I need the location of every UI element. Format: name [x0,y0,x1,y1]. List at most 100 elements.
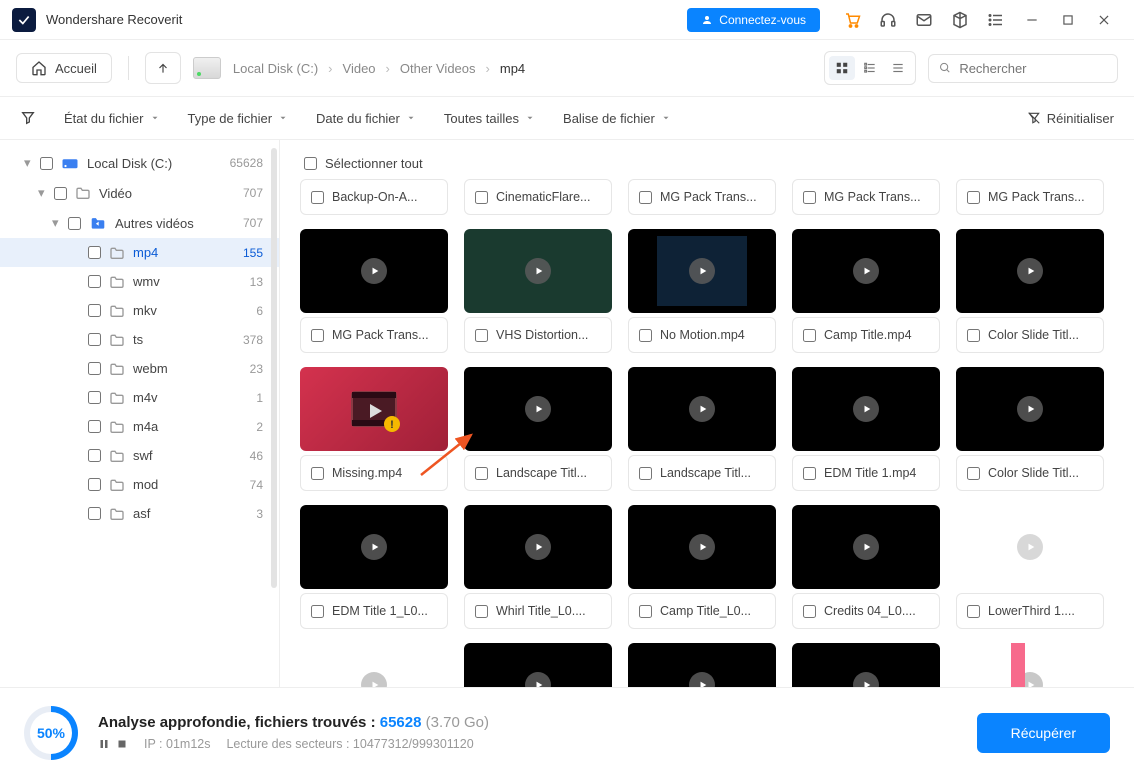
sidebar-item-local-disk-c-[interactable]: ▾Local Disk (C:)65628 [0,148,279,178]
file-checkbox[interactable] [967,605,980,618]
sidebar-item-mkv[interactable]: mkv6 [0,296,279,325]
list-icon[interactable] [984,8,1008,32]
tree-checkbox[interactable] [88,362,101,375]
filter-tag[interactable]: Balise de fichier [563,111,671,126]
sidebar-item-m4a[interactable]: m4a2 [0,412,279,441]
tree-checkbox[interactable] [88,275,101,288]
file-item[interactable]: EDM Title 1.mp4 [792,367,940,491]
filter-size[interactable]: Toutes tailles [444,111,535,126]
file-checkbox[interactable] [803,329,816,342]
video-thumbnail[interactable] [300,229,448,313]
file-item[interactable] [464,643,612,687]
video-thumbnail[interactable] [792,505,940,589]
file-item[interactable] [300,643,448,687]
reset-filters-button[interactable]: Réinitialiser [1027,111,1114,126]
file-item[interactable]: Credits 04_L0.... [792,505,940,629]
file-item[interactable]: Whirl Title_L0.... [464,505,612,629]
file-checkbox[interactable] [475,329,488,342]
video-thumbnail[interactable] [956,229,1104,313]
file-item[interactable]: No Motion.mp4 [628,229,776,353]
file-item[interactable]: MG Pack Trans... [792,179,940,215]
sidebar-item-asf[interactable]: asf3 [0,499,279,528]
video-thumbnail[interactable] [628,229,776,313]
sidebar-item-autres-vid-os[interactable]: ▾Autres vidéos707 [0,208,279,238]
filter-type[interactable]: Type de fichier [188,111,289,126]
file-item[interactable]: EDM Title 1_L0... [300,505,448,629]
video-thumbnail[interactable] [464,505,612,589]
video-thumbnail[interactable] [628,505,776,589]
home-button[interactable]: Accueil [16,53,112,83]
sidebar-item-mod[interactable]: mod74 [0,470,279,499]
search-input[interactable] [959,61,1107,76]
mail-icon[interactable] [912,8,936,32]
tree-checkbox[interactable] [40,157,53,170]
video-thumbnail[interactable] [628,643,776,687]
file-item[interactable]: Color Slide Titl... [956,367,1104,491]
headset-icon[interactable] [876,8,900,32]
view-grid-button[interactable] [829,56,855,80]
file-item[interactable]: MG Pack Trans... [300,229,448,353]
pause-icon[interactable] [98,738,110,750]
file-checkbox[interactable] [311,329,324,342]
file-checkbox[interactable] [639,467,652,480]
file-item[interactable] [956,643,1104,687]
breadcrumb-item[interactable]: Other Videos [400,61,476,76]
recover-button[interactable]: Récupérer [977,713,1110,753]
sidebar-item-swf[interactable]: swf46 [0,441,279,470]
file-item[interactable]: LowerThird 1.... [956,505,1104,629]
tree-checkbox[interactable] [88,420,101,433]
file-item[interactable]: CinematicFlare... [464,179,612,215]
video-thumbnail[interactable]: ! [300,367,448,451]
cube-icon[interactable] [948,8,972,32]
file-checkbox[interactable] [475,467,488,480]
filter-date[interactable]: Date du fichier [316,111,416,126]
file-item[interactable] [628,643,776,687]
file-item[interactable]: MG Pack Trans... [956,179,1104,215]
file-item[interactable]: Color Slide Titl... [956,229,1104,353]
search-box[interactable] [928,54,1118,83]
up-button[interactable] [145,52,181,84]
maximize-button[interactable] [1056,8,1080,32]
file-checkbox[interactable] [639,329,652,342]
file-item[interactable]: Camp Title.mp4 [792,229,940,353]
file-checkbox[interactable] [639,191,652,204]
tree-checkbox[interactable] [88,507,101,520]
video-thumbnail[interactable] [956,505,1104,589]
sidebar-item-ts[interactable]: ts378 [0,325,279,354]
file-checkbox[interactable] [803,191,816,204]
scrollbar-thumb[interactable] [271,148,277,588]
video-thumbnail[interactable] [956,643,1104,687]
sidebar-item-mp4[interactable]: mp4155 [0,238,279,267]
tree-checkbox[interactable] [88,246,101,259]
sidebar-item-webm[interactable]: webm23 [0,354,279,383]
tree-checkbox[interactable] [88,478,101,491]
tree-checkbox[interactable] [88,304,101,317]
minimize-button[interactable] [1020,8,1044,32]
tree-checkbox[interactable] [54,187,67,200]
stop-icon[interactable] [116,738,128,750]
file-checkbox[interactable] [311,605,324,618]
video-thumbnail[interactable] [464,229,612,313]
video-thumbnail[interactable] [628,367,776,451]
filter-status[interactable]: État du fichier [64,111,160,126]
select-all-checkbox[interactable] [304,157,317,170]
video-thumbnail[interactable] [300,505,448,589]
video-thumbnail[interactable] [300,643,448,687]
close-button[interactable] [1092,8,1116,32]
sidebar-item-m4v[interactable]: m4v1 [0,383,279,412]
breadcrumb-item[interactable]: Video [343,61,376,76]
sidebar-item-vid-o[interactable]: ▾Vidéo707 [0,178,279,208]
file-item[interactable]: Landscape Titl... [628,367,776,491]
file-checkbox[interactable] [803,467,816,480]
sidebar-item-wmv[interactable]: wmv13 [0,267,279,296]
video-thumbnail[interactable] [464,367,612,451]
file-checkbox[interactable] [803,605,816,618]
video-thumbnail[interactable] [956,367,1104,451]
file-item[interactable]: Backup-On-A... [300,179,448,215]
file-item[interactable] [792,643,940,687]
tree-checkbox[interactable] [88,391,101,404]
breadcrumb-item[interactable]: Local Disk (C:) [233,61,318,76]
video-thumbnail[interactable] [792,367,940,451]
file-checkbox[interactable] [967,191,980,204]
tree-checkbox[interactable] [88,333,101,346]
